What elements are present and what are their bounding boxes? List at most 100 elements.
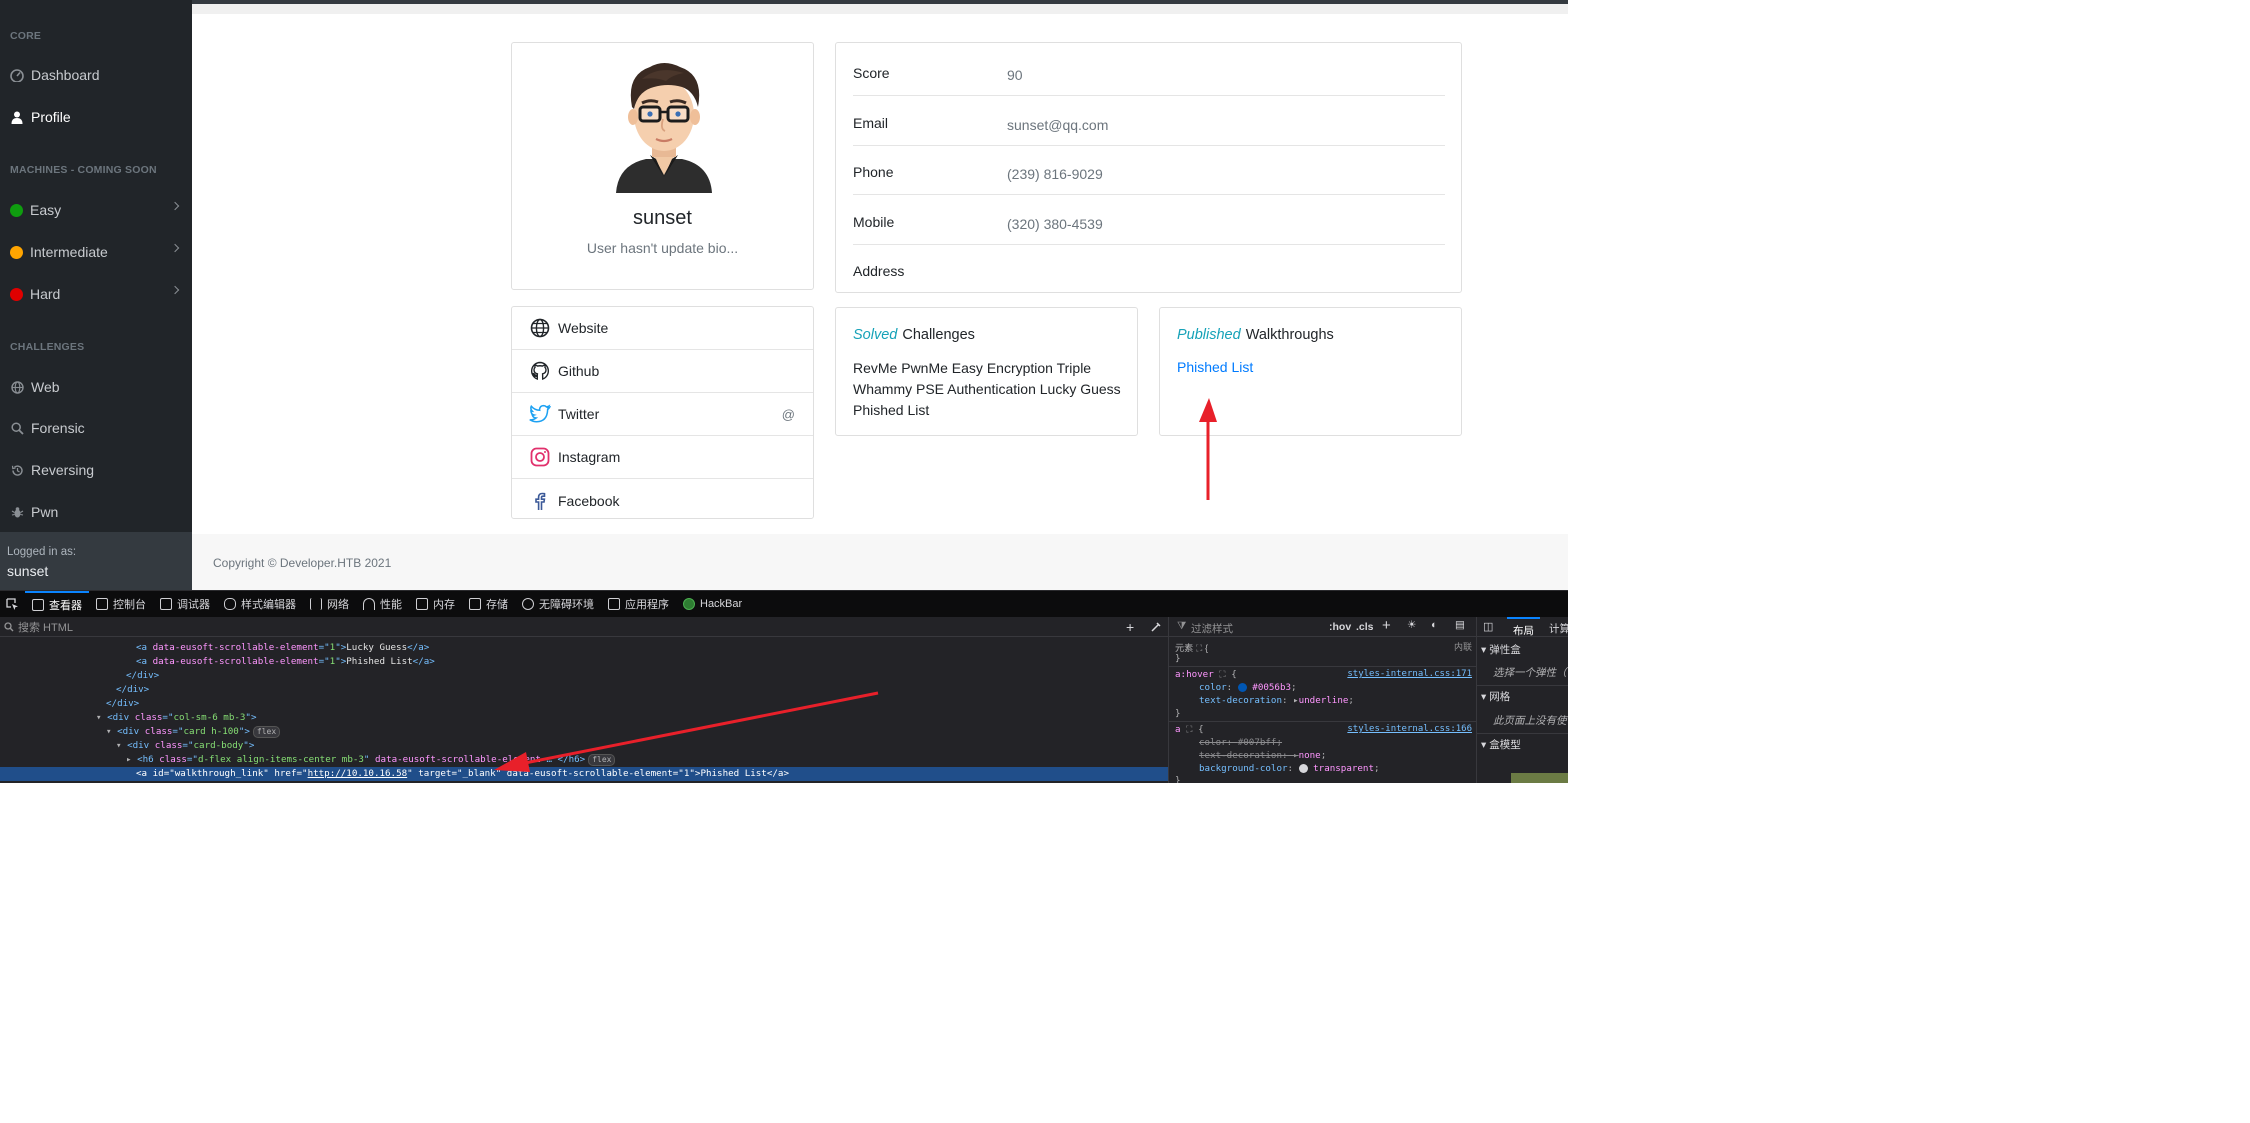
- rule-declaration[interactable]: background-color: transparent;: [1199, 763, 1380, 774]
- avatar: [612, 57, 716, 193]
- add-node-icon[interactable]: +: [1126, 619, 1134, 635]
- grid-section[interactable]: ▾ 网格: [1481, 689, 1510, 704]
- walkthrough-link[interactable]: Phished List: [1177, 359, 1253, 375]
- sidebar-item-pwn[interactable]: Pwn: [0, 496, 192, 528]
- social-twitter[interactable]: Twitter @: [512, 393, 813, 436]
- sidebar-heading-challenges: CHALLENGES: [10, 341, 85, 353]
- profile-bio: User hasn't update bio...: [586, 240, 739, 256]
- print-icon[interactable]: ▤: [1455, 619, 1465, 631]
- sidebar-item-label: Reversing: [31, 462, 95, 478]
- walkthroughs-tag: Published: [1177, 327, 1241, 343]
- tab-application[interactable]: 应用程序: [601, 591, 676, 618]
- magnifier-icon: [10, 421, 24, 435]
- tab-style-editor[interactable]: 样式编辑器: [217, 591, 303, 618]
- performance-icon: [363, 598, 375, 610]
- sidebar-item-forensic[interactable]: Forensic: [0, 412, 192, 444]
- social-github[interactable]: Github: [512, 350, 813, 393]
- color-swatch-icon[interactable]: [1237, 683, 1247, 692]
- inline-label: 内联: [1453, 642, 1472, 652]
- tree-line-selected[interactable]: <a id="walkthrough_link" href="http://10…: [0, 767, 1168, 781]
- tab-hackbar[interactable]: HackBar: [676, 591, 749, 618]
- tree-line[interactable]: ▾ <div class="card h-100"> flex: [0, 725, 1168, 739]
- social-website[interactable]: Website: [512, 307, 813, 350]
- tab-network[interactable]: 网络: [303, 591, 356, 618]
- tab-memory[interactable]: 内存: [409, 591, 462, 618]
- boxmodel-section[interactable]: ▾ 盒模型: [1481, 737, 1521, 752]
- picker-icon: [6, 597, 18, 610]
- rule-selector[interactable]: a ⛶ {: [1175, 724, 1204, 735]
- tree-line[interactable]: <a data-eusoft-scrollable-element="1">Lu…: [0, 641, 1168, 655]
- storage-icon: [469, 598, 481, 610]
- inspector-icon: [32, 599, 44, 611]
- sidebar-item-profile[interactable]: Profile: [0, 101, 192, 133]
- globe-icon: [10, 380, 24, 394]
- social-instagram[interactable]: Instagram: [512, 436, 813, 479]
- flexbox-section[interactable]: ▾ 弹性盒: [1481, 642, 1521, 657]
- tree-line[interactable]: </div>: [0, 669, 1168, 683]
- rule-selector[interactable]: a:hover ⛶ {: [1175, 669, 1237, 680]
- hov-toggle[interactable]: :hov: [1329, 621, 1351, 633]
- tab-label: 应用程序: [625, 599, 669, 611]
- dark-mode-icon[interactable]: ◐: [1431, 619, 1437, 631]
- cls-toggle[interactable]: .cls: [1356, 621, 1374, 633]
- tab-performance[interactable]: 性能: [356, 591, 409, 618]
- tab-storage[interactable]: 存储: [462, 591, 515, 618]
- search-html-input[interactable]: 搜索 HTML: [18, 619, 73, 635]
- stylesheet-link[interactable]: styles-internal.css:166: [1347, 724, 1472, 734]
- tab-layout[interactable]: 布局: [1507, 617, 1540, 637]
- sidebar-item-easy[interactable]: Easy: [0, 194, 192, 226]
- sidebar-item-web[interactable]: Web: [0, 371, 192, 403]
- element-picker-button[interactable]: [0, 591, 25, 618]
- tab-label: 调试器: [177, 599, 210, 611]
- info-value: 90: [1007, 67, 1023, 83]
- sidebar-item-dashboard[interactable]: Dashboard: [0, 59, 192, 91]
- filter-styles-input[interactable]: 过滤样式: [1191, 621, 1233, 636]
- info-row-address: Address: [853, 244, 1445, 294]
- rules-panel: ⧩ 过滤样式 :hov .cls + ☀ ◐ ▤ 元素 ⛶ { 内联 } a:h…: [1168, 617, 1476, 783]
- application-icon: [608, 598, 620, 610]
- rule-declaration[interactable]: text-decoration: ▸none;: [1199, 750, 1326, 761]
- debugger-icon: [160, 598, 172, 610]
- profile-name: sunset: [633, 207, 692, 229]
- social-facebook[interactable]: Facebook: [512, 479, 813, 522]
- tab-inspector[interactable]: 查看器: [25, 590, 89, 618]
- tree-line[interactable]: </div>: [0, 683, 1168, 697]
- layout-panel: ◫ 布局 计算 ▾ 弹性盒 选择一个弹性（ ▾ 网格 此页面上没有使 ▾ 盒模型: [1476, 617, 1568, 783]
- sidebar-item-intermediate[interactable]: Intermediate: [0, 236, 192, 268]
- rule-declaration[interactable]: color: #0056b3;: [1199, 682, 1297, 693]
- html-search-bar: 搜索 HTML +: [0, 617, 1168, 637]
- sidebar-item-label: Intermediate: [30, 244, 108, 260]
- eyedropper-icon[interactable]: [1150, 621, 1162, 633]
- rule-declaration[interactable]: text-decoration: ▸underline;: [1199, 695, 1354, 706]
- globe-icon: [529, 317, 551, 339]
- tree-line[interactable]: ▾ <div class="col-sm-6 mb-3">: [0, 711, 1168, 725]
- tab-console[interactable]: 控制台: [89, 591, 153, 618]
- tree-line[interactable]: ▾ <div class="card-body">: [0, 739, 1168, 753]
- rule-close: }: [1175, 653, 1181, 664]
- logged-in-label: Logged in as:: [7, 546, 77, 558]
- tree-line[interactable]: ▸ <h6 class="d-flex align-items-center m…: [0, 753, 1168, 767]
- tab-label: HackBar: [700, 598, 743, 610]
- sidebar-footer: Logged in as: sunset: [0, 532, 192, 590]
- add-rule-icon[interactable]: +: [1382, 617, 1391, 634]
- sidebar-item-hard[interactable]: Hard: [0, 278, 192, 310]
- color-swatch-icon[interactable]: [1298, 764, 1308, 773]
- tab-debugger[interactable]: 调试器: [153, 591, 217, 618]
- tree-line[interactable]: <a data-eusoft-scrollable-element="1">Ph…: [0, 655, 1168, 669]
- social-label: Facebook: [558, 492, 620, 509]
- profile-card: sunset User hasn't update bio...: [511, 42, 814, 290]
- dashboard-icon: [10, 68, 24, 82]
- chevron-right-icon: [170, 243, 180, 253]
- sidebar-item-label: Dashboard: [31, 67, 100, 83]
- light-mode-icon[interactable]: ☀: [1407, 619, 1416, 631]
- tab-computed[interactable]: 计算: [1549, 621, 1568, 636]
- toggle-sidebar-icon[interactable]: ◫: [1483, 620, 1493, 633]
- tree-line[interactable]: </div>: [0, 697, 1168, 711]
- walkthroughs-heading: Published Walkthroughs: [1177, 327, 1334, 343]
- tab-accessibility[interactable]: 无障碍环境: [515, 591, 601, 618]
- sidebar-heading-core: CORE: [10, 30, 42, 42]
- rule-declaration-overridden[interactable]: color: #007bff;: [1199, 737, 1282, 748]
- stylesheet-link[interactable]: styles-internal.css:171: [1347, 669, 1472, 679]
- sidebar-item-reversing[interactable]: Reversing: [0, 454, 192, 486]
- grid-hint: 此页面上没有使: [1493, 715, 1567, 727]
